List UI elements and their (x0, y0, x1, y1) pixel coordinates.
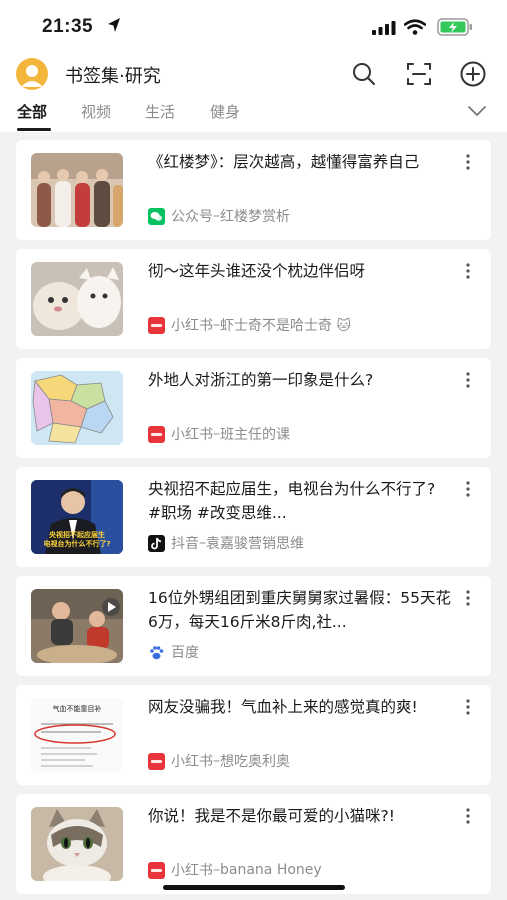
thumbnail-image: 气血不能靠目补 (31, 698, 123, 772)
page-title: 书签集·研究 (65, 66, 161, 87)
more-options-icon[interactable] (459, 480, 477, 498)
wechat-icon (148, 207, 165, 225)
tab-life[interactable]: 生活 (145, 101, 175, 122)
source-author: 班主任的课 (220, 427, 290, 443)
item-source: 百度 (148, 642, 199, 662)
more-options-icon[interactable] (459, 371, 477, 389)
source-app: 公众号 (171, 209, 213, 225)
item-title: 《红楼梦》：层次越高，越懂得富养自己 (148, 153, 420, 171)
location-arrow-icon (108, 18, 120, 32)
add-icon[interactable] (459, 60, 487, 88)
item-title: 央视招不起应届生，电视台为什么不行了? #职场 #改变思维... (148, 480, 436, 522)
source-separator: – (213, 753, 220, 769)
source-separator: – (213, 426, 220, 442)
category-tabs: 全部 视频 生活 健身 (0, 96, 507, 132)
status-bar: 21:35 (0, 0, 507, 56)
top-bar: 书签集·研究 (0, 56, 507, 96)
list-item[interactable]: 你说！我是不是你最可爱的小猫咪?! 小红书 – banana Honey (16, 794, 491, 894)
search-icon[interactable] (350, 60, 378, 88)
status-time: 21:35 (42, 16, 94, 37)
more-options-icon[interactable] (459, 698, 477, 716)
source-app: 小红书 (171, 427, 213, 443)
source-app: 百度 (171, 645, 199, 661)
more-options-icon[interactable] (459, 807, 477, 825)
list-item[interactable]: 央视招不起应届生 电视台为什么不行了? 央视招不起应届生，电视台为什么不行了? … (16, 467, 491, 567)
source-app: 小红书 (171, 863, 213, 879)
item-title: 网友没骗我！气血补上来的感觉真的爽! (148, 698, 418, 716)
bookmark-list: 《红楼梦》：层次越高，越懂得富养自己 公众号 – 红楼梦赏析 彻～这年头谁还没个… (16, 140, 491, 900)
item-source: 小红书 – banana Honey (148, 860, 322, 880)
thumbnail-image (31, 262, 123, 336)
item-title: 外地人对浙江的第一印象是什么? (148, 371, 374, 389)
more-options-icon[interactable] (459, 589, 477, 607)
thumbnail-caption: 央视招不起应届生 电视台为什么不行了? (43, 531, 111, 548)
source-separator: – (213, 208, 220, 224)
thumbnail-image (31, 589, 123, 663)
source-author: 袁嘉骏营销思维 (206, 536, 304, 552)
active-tab-indicator (17, 128, 51, 131)
source-author: banana Honey (220, 862, 322, 878)
wifi-icon (404, 19, 426, 35)
tab-fitness[interactable]: 健身 (210, 101, 240, 122)
source-app: 抖音 (171, 536, 199, 552)
more-options-icon[interactable] (459, 153, 477, 171)
douyin-icon (148, 534, 165, 552)
tab-all[interactable]: 全部 (17, 101, 47, 122)
source-app: 小红书 (171, 754, 213, 770)
source-app: 小红书 (171, 318, 213, 334)
source-author: 虾士奇不是哈士奇 🐱 (220, 318, 352, 334)
more-options-icon[interactable] (459, 262, 477, 280)
thumbnail-image (31, 153, 123, 227)
item-title: 16位外甥组团到重庆舅舅家过暑假：55天花6万，每天16斤米8斤肉,社... (148, 589, 451, 631)
item-source: 公众号 – 红楼梦赏析 (148, 206, 290, 226)
thumbnail-image: 央视招不起应届生 电视台为什么不行了? (31, 480, 123, 554)
item-source: 小红书 – 班主任的课 (148, 424, 290, 444)
list-item[interactable]: 彻～这年头谁还没个枕边伴侣呀 小红书 – 虾士奇不是哈士奇 🐱 (16, 249, 491, 349)
thumbnail-image (31, 807, 123, 881)
battery-icon (437, 18, 472, 36)
xiaohongshu-icon (148, 861, 165, 879)
list-item[interactable]: 气血不能靠目补 网友没骗我！气血补上来的感觉真的爽! 小红书 – 想吃奥利奥 (16, 685, 491, 785)
source-separator: – (213, 317, 220, 333)
thumbnail-image (31, 371, 123, 445)
cellular-signal-icon (372, 21, 396, 35)
scan-icon[interactable] (405, 60, 433, 88)
user-avatar-icon (21, 65, 43, 87)
xiaohongshu-icon (148, 425, 165, 443)
list-item[interactable]: 16位外甥组团到重庆舅舅家过暑假：55天花6万，每天16斤米8斤肉,社... 百… (16, 576, 491, 676)
avatar[interactable] (16, 58, 48, 90)
list-item[interactable]: 外地人对浙江的第一印象是什么? 小红书 – 班主任的课 (16, 358, 491, 458)
xiaohongshu-icon (148, 316, 165, 334)
tab-video[interactable]: 视频 (81, 101, 111, 122)
item-title: 彻～这年头谁还没个枕边伴侣呀 (148, 262, 366, 280)
source-author: 红楼梦赏析 (220, 209, 290, 225)
chevron-down-icon[interactable] (467, 104, 487, 118)
item-title: 你说！我是不是你最可爱的小猫咪?! (148, 807, 395, 825)
home-indicator (163, 885, 345, 890)
item-source: 抖音 – 袁嘉骏营销思维 (148, 533, 304, 553)
source-author: 想吃奥利奥 (220, 754, 290, 770)
source-separator: – (213, 862, 220, 878)
source-separator: – (199, 535, 206, 551)
xiaohongshu-icon (148, 752, 165, 770)
item-source: 小红书 – 想吃奥利奥 (148, 751, 290, 771)
list-item[interactable]: 《红楼梦》：层次越高，越懂得富养自己 公众号 – 红楼梦赏析 (16, 140, 491, 240)
item-source: 小红书 – 虾士奇不是哈士奇 🐱 (148, 315, 351, 335)
baidu-icon (148, 643, 165, 661)
